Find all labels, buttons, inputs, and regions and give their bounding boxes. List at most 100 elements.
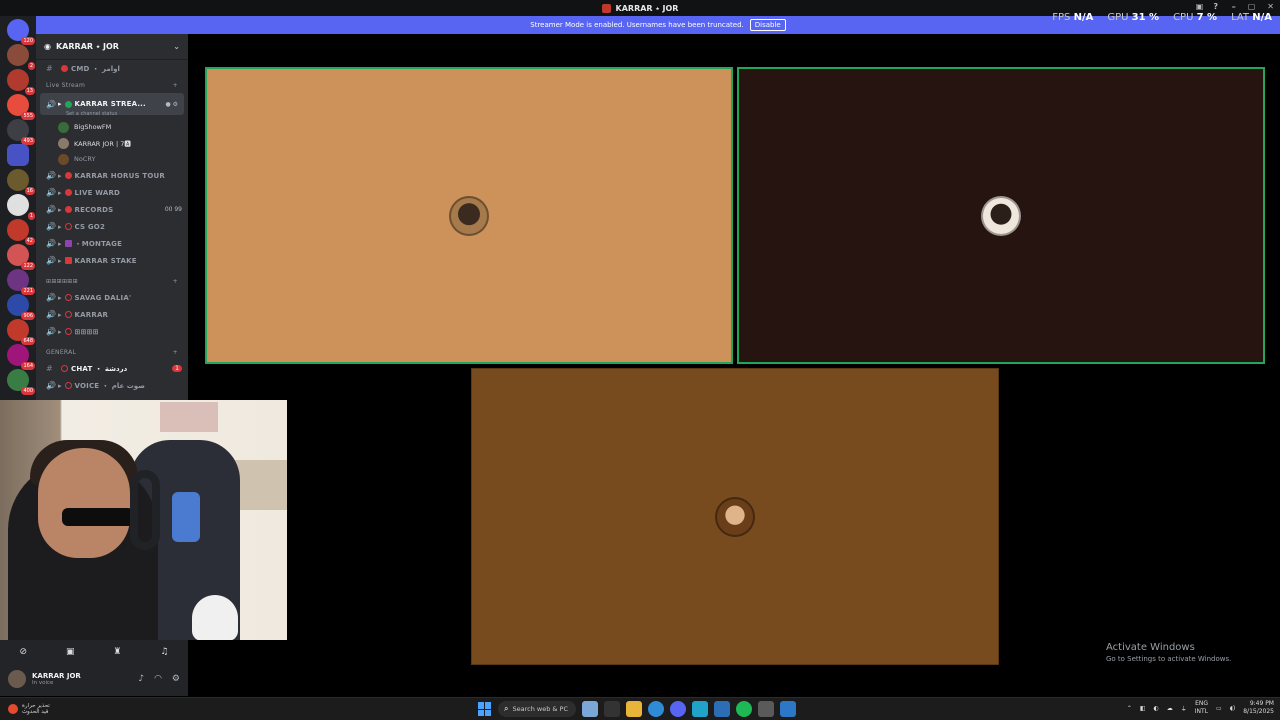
category-2[interactable]: ⊞⊞⊞⊞⊞⊞ + (36, 273, 188, 289)
server-icon[interactable]: 1 (7, 194, 35, 220)
mic-icon[interactable]: ♪ (138, 674, 144, 684)
voice-channel-icon: 🔊 (46, 205, 56, 214)
user-status: In voice (32, 680, 54, 686)
taskbar: تحذير حرارة قيد الحدوث ⌕ Search web & PC… (0, 697, 1280, 720)
file-explorer-icon[interactable] (626, 701, 642, 717)
clock[interactable]: 9:49 PM 8/15/2025 (1243, 700, 1274, 716)
headset (130, 470, 160, 550)
server-icon[interactable]: 493 (7, 119, 35, 145)
server-icon[interactable]: 120 (7, 19, 35, 45)
user-panel: KARRAR JOR In voice ♪ ◠ ⚙ (0, 664, 188, 694)
title-tools: ▣ ? (1196, 2, 1218, 11)
channel-action-icons[interactable]: ● ⚙ (165, 101, 178, 108)
language-indicator[interactable]: ENG INTL (1195, 700, 1208, 716)
tray-app-icon[interactable]: ◧ (1140, 705, 1146, 712)
task-view-icon[interactable] (604, 701, 620, 717)
add-channel-icon[interactable]: + (173, 82, 178, 89)
activity-icon[interactable]: ♜ (113, 647, 121, 657)
category-general[interactable]: GENERAL + (36, 344, 188, 360)
video-tile[interactable] (737, 67, 1265, 364)
avatar (58, 121, 69, 133)
add-channel-icon[interactable]: + (173, 349, 178, 356)
channel-voice[interactable]: 🔊 ▸ SAVAG DALIA' (36, 289, 188, 306)
server-icon[interactable]: 648 (7, 319, 35, 345)
weather-widget[interactable]: تحذير حرارة قيد الحدوث (0, 703, 50, 715)
channel-voice[interactable]: 🔊 ▸ RECORDS 00 99 (36, 201, 188, 218)
usb-icon[interactable]: ⏚ (1181, 704, 1187, 713)
settings-icon[interactable] (758, 701, 774, 717)
caret-icon: ▸ (58, 188, 62, 197)
performance-overlay: FPS N/A GPU 31 % CPU 7 % LAT N/A (1052, 12, 1272, 23)
edge-icon[interactable] (648, 701, 664, 717)
app-icon[interactable] (736, 701, 752, 717)
server-icon[interactable]: 122 (7, 244, 35, 270)
channel-voice[interactable]: 🔊 ▸ KARRAR HORUS TOUR (36, 167, 188, 184)
inbox-icon[interactable]: ▣ (1196, 2, 1204, 11)
soundboard-icon[interactable]: ♫ (160, 647, 168, 657)
caret-icon: ▸ (58, 310, 62, 319)
tray-app-icon[interactable]: ◐ (1154, 705, 1159, 712)
network-icon[interactable]: ▭ (1216, 705, 1222, 712)
volume-icon[interactable]: ◖) (1230, 705, 1236, 712)
perf-gpu: GPU 31 % (1107, 12, 1160, 23)
channel-voice-general[interactable]: 🔊 ▸ VOICE ・ صوت عام (36, 377, 188, 394)
category-label: ⊞⊞⊞⊞⊞⊞ (46, 277, 78, 285)
server-icon[interactable]: 13 (7, 69, 35, 95)
screen-share-icon[interactable]: ▣ (66, 647, 75, 657)
channel-voice[interactable]: 🔊 ▸ ⊞⊞⊞⊞ (36, 323, 188, 340)
server-icon[interactable]: 164 (7, 344, 35, 370)
windows-start-icon[interactable] (478, 702, 492, 716)
voice-user[interactable]: NoCRY (36, 151, 188, 167)
server-icon[interactable]: 221 (7, 269, 35, 295)
channel-cmd[interactable]: # CMD ・ اوامر (36, 60, 188, 77)
server-icon[interactable]: 16 (7, 169, 35, 195)
server-icon[interactable]: 400 (7, 369, 35, 395)
search-icon: ⌕ (504, 704, 509, 713)
server-rail: 120 2 13 555 493 16 1 42 122 221 906 648… (0, 16, 36, 400)
maximize-icon[interactable]: ▢ (1248, 2, 1256, 11)
category-live-stream[interactable]: Live Stream + (36, 77, 188, 93)
channel-voice[interactable]: 🔊 ▸ KARRAR (36, 306, 188, 323)
help-icon[interactable]: ? (1213, 2, 1218, 11)
server-header[interactable]: ◉ KARRAR ٭ JOR ⌄ (36, 34, 188, 60)
folder-icon[interactable] (7, 144, 29, 166)
channel-voice[interactable]: 🔊 ▸ KARRAR STAKE (36, 252, 188, 269)
mention-badge: 1 (172, 365, 182, 372)
voice-user[interactable]: KARRAR JOR | 7🅰 (36, 135, 188, 151)
add-channel-icon[interactable]: + (173, 278, 178, 285)
server-icon[interactable]: 42 (7, 219, 35, 245)
sunglasses (62, 508, 134, 526)
app-icon[interactable] (692, 701, 708, 717)
avatar[interactable] (8, 670, 26, 688)
minimize-icon[interactable]: – (1232, 2, 1236, 11)
onedrive-icon[interactable]: ☁ (1167, 705, 1173, 712)
caret-icon: ▸ (58, 100, 62, 108)
gear-icon[interactable]: ⚙ (172, 674, 180, 684)
film-icon (64, 240, 72, 247)
voice-user[interactable]: BigShowFM (36, 119, 188, 135)
server-icon[interactable]: 906 (7, 294, 35, 320)
calculator-icon[interactable] (714, 701, 730, 717)
avatar (58, 137, 69, 149)
video-tile[interactable] (471, 368, 999, 665)
channel-voice[interactable]: 🔊 ▸ LIVE WARD (36, 184, 188, 201)
channel-voice[interactable]: 🔊 ▸ CS GO2 (36, 218, 188, 235)
channel-voice[interactable]: 🔊 ▸ ・MONTAGE (36, 235, 188, 252)
server-icon[interactable]: 2 (7, 44, 35, 70)
channel-chat[interactable]: # CHAT ・ دردشة 1 (36, 360, 188, 377)
channel-status[interactable]: Set a channel status (36, 111, 188, 119)
voice-channel-icon: 🔊 (46, 222, 56, 231)
camera-off-icon[interactable]: ⊘ (19, 647, 27, 657)
close-icon[interactable]: ✕ (1267, 2, 1274, 11)
app-icon[interactable] (780, 701, 796, 717)
chevron-up-icon[interactable]: ⌃ (1127, 705, 1132, 712)
headphones-icon[interactable]: ◠ (154, 674, 162, 684)
user-limit: 00 99 (164, 206, 182, 213)
discord-icon[interactable] (670, 701, 686, 717)
video-tile[interactable] (205, 67, 733, 364)
taskbar-apps: ⌕ Search web & PC (478, 701, 796, 717)
widgets-icon[interactable] (582, 701, 598, 717)
disable-button[interactable]: Disable (749, 19, 786, 31)
taskbar-search[interactable]: ⌕ Search web & PC (498, 701, 576, 717)
server-icon[interactable]: 555 (7, 94, 35, 120)
